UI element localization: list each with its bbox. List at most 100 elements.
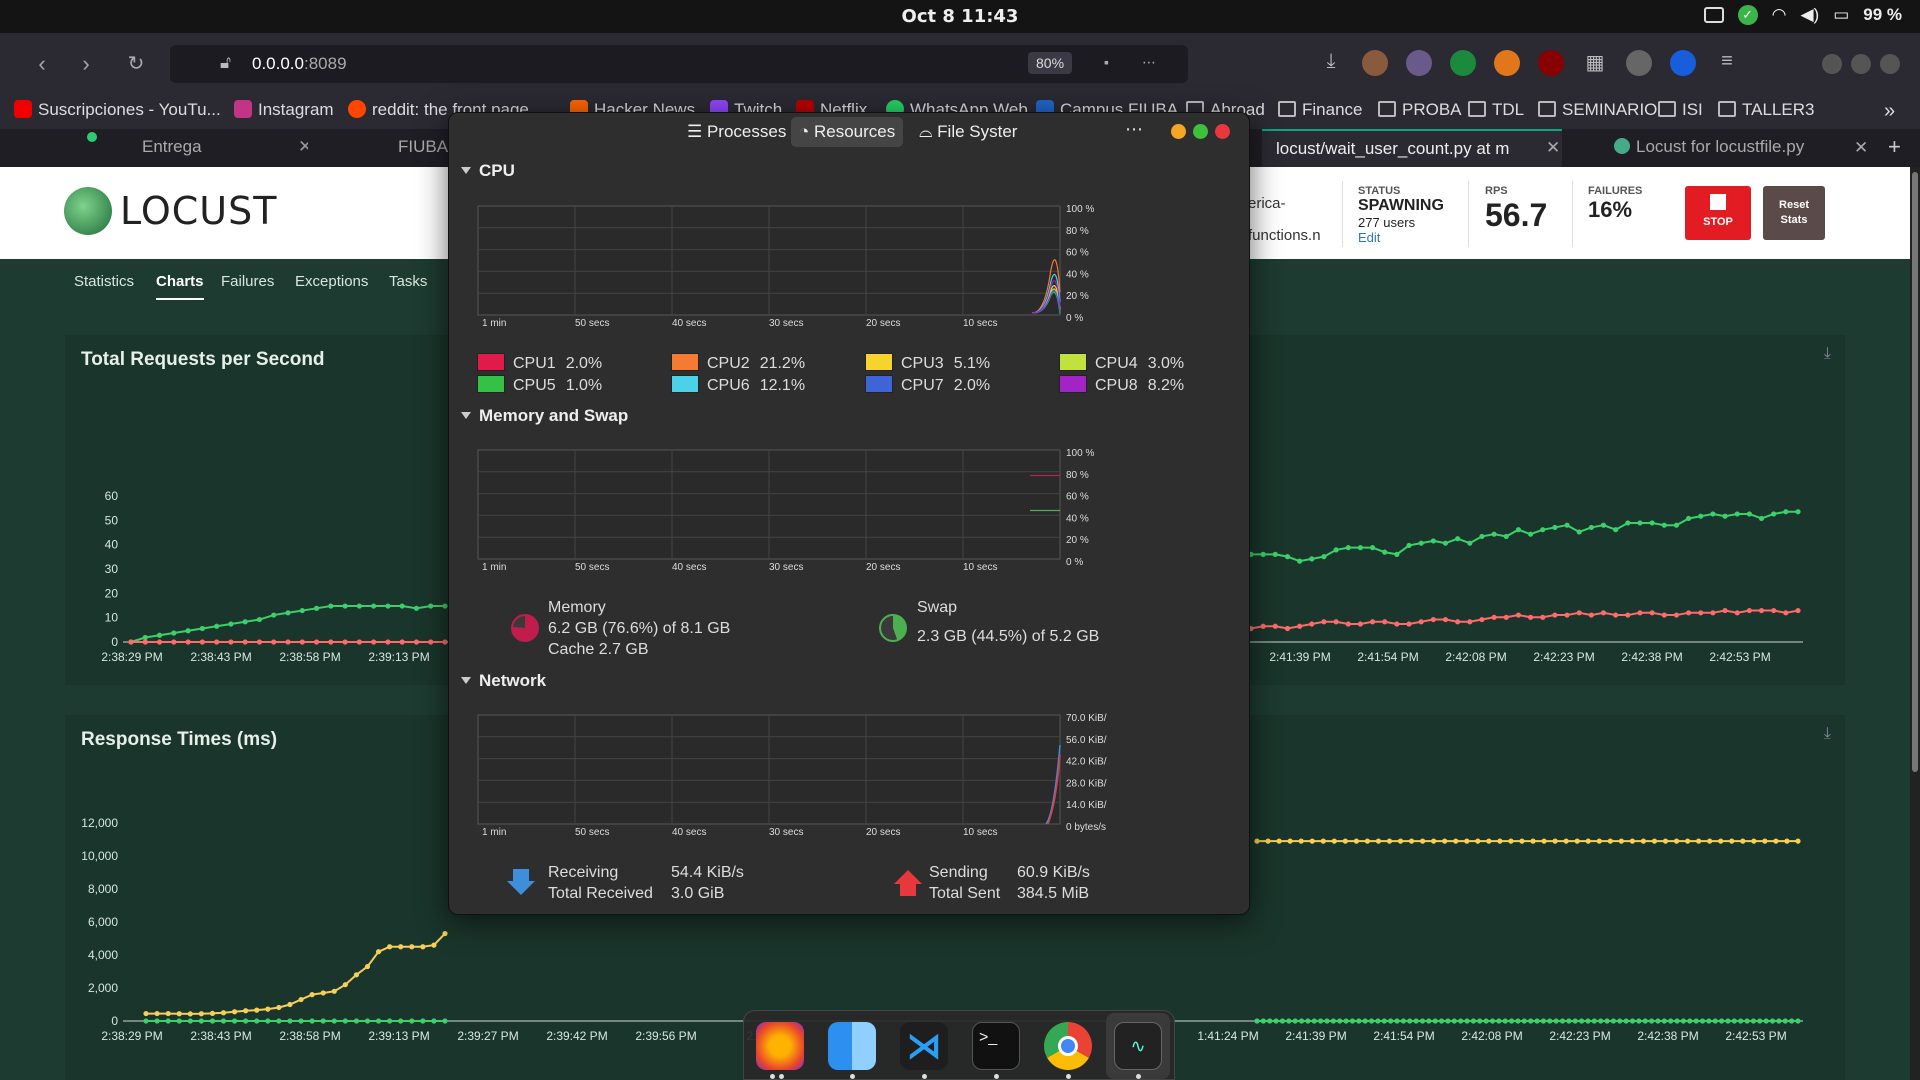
page-scrollbar[interactable] <box>1910 167 1920 1080</box>
cpu-section-header[interactable]: CPU <box>461 161 515 181</box>
data-point <box>431 942 437 948</box>
bookmark-youtube[interactable]: Suscripciones - YouTu... <box>14 100 221 120</box>
scrollbar-thumb[interactable] <box>1912 172 1918 772</box>
data-point <box>1795 1018 1801 1024</box>
cpu-color-swatch[interactable] <box>865 375 893 393</box>
minimize-button[interactable] <box>1171 124 1186 139</box>
terminal-icon[interactable]: >_ <box>972 1022 1020 1070</box>
data-point <box>271 612 277 618</box>
cpu-color-swatch[interactable] <box>1059 375 1087 393</box>
reload-icon[interactable]: ↻ <box>122 51 150 76</box>
extension-icon[interactable]: ⋯ <box>1142 54 1156 71</box>
tab-processes[interactable]: ☰ Processes <box>679 117 794 147</box>
system-tray[interactable]: ✓ ◠ ◀) ▭ 99 % <box>1703 5 1902 25</box>
data-point <box>287 1018 293 1024</box>
cpu-color-swatch[interactable] <box>1059 353 1087 371</box>
cpu-color-swatch[interactable] <box>671 375 699 393</box>
battery-percent[interactable]: 99 % <box>1863 5 1902 25</box>
minimize-window-button[interactable] <box>1822 54 1842 74</box>
cpu-color-swatch[interactable] <box>477 353 505 371</box>
data-point <box>1693 1018 1699 1024</box>
tab-fiuba[interactable]: FIUBA <box>384 129 450 167</box>
tab-locust[interactable]: Locust for locustfile.py <box>1600 129 1890 167</box>
bookmark-instagram[interactable]: Instagram <box>234 100 334 120</box>
tab-tasks[interactable]: Tasks <box>389 273 427 290</box>
tab-charts[interactable]: Charts <box>156 273 204 300</box>
download-icon[interactable]: ⤓ <box>1318 50 1344 76</box>
close-tab-icon[interactable]: ✕ <box>298 137 308 157</box>
more-options-icon[interactable]: ⋯ <box>1125 119 1143 140</box>
tab-entrega[interactable]: Entrega ✕ <box>128 129 308 167</box>
wifi-icon[interactable]: ◠ <box>1772 5 1787 25</box>
tab-github[interactable]: locust/wait_user_count.py at m <box>1262 129 1562 167</box>
data-point <box>356 603 362 609</box>
locust-logo[interactable]: LOCUST <box>64 187 277 235</box>
zoom-level[interactable]: 80% <box>1028 52 1073 74</box>
sending-info: Sending Total Sent <box>929 864 1001 902</box>
close-tab-icon[interactable]: ✕ <box>1854 138 1868 158</box>
system-monitor-icon[interactable]: ∿ <box>1114 1022 1162 1070</box>
volume-icon[interactable]: ◀) <box>1800 5 1819 25</box>
bookmark-folder-taller3[interactable]: TALLER3 <box>1718 100 1814 120</box>
url-text[interactable]: 0.0.0.0:8089 <box>252 54 347 74</box>
data-point <box>142 639 148 645</box>
bookmark-folder-proba[interactable]: PROBA <box>1378 100 1462 120</box>
extensions-grid-icon[interactable]: ▦ <box>1582 50 1608 76</box>
forward-icon[interactable]: › <box>72 51 100 77</box>
profile-icon[interactable] <box>1626 50 1652 76</box>
data-point <box>428 603 434 609</box>
data-point <box>1579 1018 1585 1024</box>
tab-exceptions[interactable]: Exceptions <box>295 273 368 290</box>
check-icon[interactable]: ✓ <box>1737 5 1758 25</box>
memory-section-header[interactable]: Memory and Swap <box>461 406 628 426</box>
bookmark-folder-tdl[interactable]: TDL <box>1468 100 1524 120</box>
data-point <box>1345 545 1351 551</box>
bookmarks-overflow-icon[interactable]: » <box>1884 100 1895 123</box>
cpu-color-swatch[interactable] <box>865 353 893 371</box>
screen-icon[interactable] <box>1703 7 1724 23</box>
ublock-icon[interactable] <box>1538 50 1564 76</box>
chrome-icon[interactable] <box>1044 1022 1092 1070</box>
url-bar[interactable]: 🔓︎ 0.0.0.0:8089 80% ▪ ⋯ <box>170 45 1188 83</box>
cookie-extension-icon[interactable] <box>1362 50 1388 76</box>
data-point <box>220 1010 227 1016</box>
firefox-icon[interactable] <box>756 1022 804 1070</box>
stop-button[interactable]: STOP <box>1685 186 1751 240</box>
y-tick-label: 40 <box>105 538 119 552</box>
tab-failures[interactable]: Failures <box>221 273 274 290</box>
vscode-icon[interactable]: ⋊ <box>900 1022 948 1070</box>
bookmark-folder-isi[interactable]: ISI <box>1658 100 1703 120</box>
maximize-window-button[interactable] <box>1851 54 1871 74</box>
close-window-button[interactable] <box>1880 54 1900 74</box>
tab-file-systems[interactable]: ⌓ File Syster <box>911 117 1025 147</box>
metamask-icon[interactable] <box>1494 50 1520 76</box>
maximize-button[interactable] <box>1193 124 1208 139</box>
finder-icon[interactable] <box>828 1022 876 1070</box>
edit-users-link[interactable]: Edit <box>1358 230 1444 245</box>
memory-info: Memory 6.2 GB (76.6%) of 8.1 GB Cache 2.… <box>548 599 731 658</box>
reader-icon[interactable]: ▪ <box>1104 54 1109 70</box>
cpu-color-swatch[interactable] <box>671 353 699 371</box>
data-point <box>1576 610 1582 616</box>
bookmark-folder-seminario[interactable]: SEMINARIO <box>1538 100 1657 120</box>
extension-green-icon[interactable] <box>1450 50 1476 76</box>
battery-icon[interactable]: ▭ <box>1833 5 1849 25</box>
network-section-header[interactable]: Network <box>461 671 546 691</box>
clock[interactable]: Oct 8 11:43 <box>0 6 1920 27</box>
data-point <box>185 639 191 645</box>
menu-icon[interactable]: ≡ <box>1714 50 1740 76</box>
tab-statistics[interactable]: Statistics <box>74 273 134 290</box>
back-icon[interactable]: ‹ <box>28 51 56 77</box>
extension-owl-icon[interactable] <box>1406 50 1432 76</box>
close-tab-icon[interactable]: ✕ <box>1546 138 1560 158</box>
close-button[interactable] <box>1215 124 1230 139</box>
stop-icon <box>1710 194 1726 210</box>
new-tab-icon[interactable]: + <box>1888 134 1901 160</box>
bookmark-folder-finance[interactable]: Finance <box>1278 100 1362 120</box>
cpu-color-swatch[interactable] <box>477 375 505 393</box>
reset-stats-button[interactable]: Reset Stats <box>1763 186 1825 240</box>
bitwarden-icon[interactable] <box>1670 50 1696 76</box>
tab-resources[interactable]: ◔ Resources <box>791 117 904 147</box>
data-point <box>1625 612 1631 618</box>
data-point <box>1272 623 1278 629</box>
